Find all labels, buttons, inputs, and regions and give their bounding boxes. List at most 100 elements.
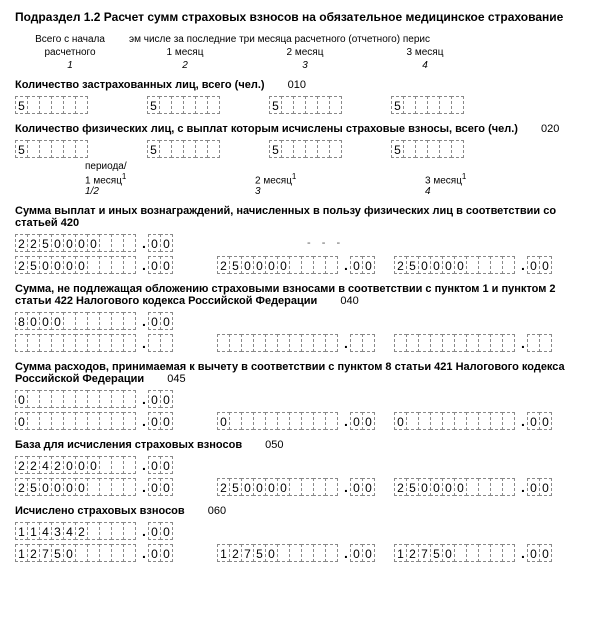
- row050-m1-int[interactable]: 250000: [217, 478, 337, 496]
- cell[interactable]: [75, 96, 88, 114]
- cell[interactable]: [160, 334, 173, 352]
- row030-r1-dec[interactable]: 00: [148, 234, 172, 252]
- row045-r2-int[interactable]: 0: [15, 412, 135, 430]
- row050-m1-dec[interactable]: 00: [350, 478, 374, 496]
- row040-m1-int[interactable]: [217, 334, 337, 352]
- row045-m2-int[interactable]: 0: [394, 412, 514, 430]
- cell[interactable]: [123, 456, 136, 474]
- cell[interactable]: 0: [160, 256, 173, 274]
- cell[interactable]: 0: [160, 390, 173, 408]
- row030-m2-int[interactable]: 250000: [394, 256, 514, 274]
- cell[interactable]: [207, 140, 220, 158]
- cell[interactable]: [123, 412, 136, 430]
- cell[interactable]: 0: [160, 312, 173, 330]
- cell[interactable]: [451, 96, 464, 114]
- cell[interactable]: 0: [362, 256, 375, 274]
- row050-text: База для исчисления страховых взносов: [15, 439, 242, 451]
- row030-m1-int[interactable]: 250000: [217, 256, 337, 274]
- cell[interactable]: [325, 412, 338, 430]
- row060-m2-int[interactable]: 12750: [394, 544, 514, 562]
- row050-r1-int[interactable]: 2242000: [15, 456, 135, 474]
- row040-m1-dec[interactable]: [350, 334, 374, 352]
- cell[interactable]: [539, 334, 552, 352]
- row010-v4[interactable]: 5: [391, 96, 463, 114]
- cell[interactable]: [502, 412, 515, 430]
- row050-r2-int[interactable]: 250000: [15, 478, 135, 496]
- row060-r1-int[interactable]: 114342: [15, 522, 135, 540]
- cell[interactable]: 0: [539, 544, 552, 562]
- row030-m1-dec[interactable]: 00: [350, 256, 374, 274]
- cell[interactable]: [325, 334, 338, 352]
- cell[interactable]: [329, 96, 342, 114]
- row060-r2-int[interactable]: 12750: [15, 544, 135, 562]
- cell[interactable]: [207, 96, 220, 114]
- cell[interactable]: [325, 478, 338, 496]
- cell[interactable]: 0: [362, 544, 375, 562]
- row030-m2-dec[interactable]: 00: [527, 256, 551, 274]
- cell[interactable]: [123, 312, 136, 330]
- cell[interactable]: [325, 544, 338, 562]
- row050-m2-int[interactable]: 250000: [394, 478, 514, 496]
- cell[interactable]: [123, 478, 136, 496]
- row045-m2-dec[interactable]: 00: [527, 412, 551, 430]
- row010-v1[interactable]: 5: [15, 96, 87, 114]
- row060-m2-dec[interactable]: 00: [527, 544, 551, 562]
- cell[interactable]: [123, 544, 136, 562]
- cell[interactable]: [123, 390, 136, 408]
- cell[interactable]: [123, 234, 136, 252]
- row020-v4[interactable]: 5: [391, 140, 463, 158]
- row050-m2-dec[interactable]: 00: [527, 478, 551, 496]
- cell[interactable]: [362, 334, 375, 352]
- row030-r2-int[interactable]: 250000: [15, 256, 135, 274]
- row040-r1-dec[interactable]: 00: [148, 312, 172, 330]
- cell[interactable]: 0: [539, 256, 552, 274]
- cell[interactable]: [329, 140, 342, 158]
- row045-r2-dec[interactable]: 00: [148, 412, 172, 430]
- row050-r1-dec[interactable]: 00: [148, 456, 172, 474]
- cell[interactable]: [75, 140, 88, 158]
- row040-m2-int[interactable]: [394, 334, 514, 352]
- cell[interactable]: [123, 256, 136, 274]
- cell[interactable]: [502, 544, 515, 562]
- row040-r1-int[interactable]: 8000: [15, 312, 135, 330]
- cell[interactable]: [451, 140, 464, 158]
- row030-r1-int[interactable]: 2250000: [15, 234, 135, 252]
- section-title: Подраздел 1.2 Расчет сумм страховых взно…: [15, 10, 580, 24]
- cell[interactable]: [502, 256, 515, 274]
- cell[interactable]: [123, 334, 136, 352]
- row060-r1-dec[interactable]: 00: [148, 522, 172, 540]
- row050-r2-dec[interactable]: 00: [148, 478, 172, 496]
- row040-r2-int[interactable]: [15, 334, 135, 352]
- cell[interactable]: [502, 334, 515, 352]
- row045-m1-int[interactable]: 0: [217, 412, 337, 430]
- cell[interactable]: 0: [160, 544, 173, 562]
- cell[interactable]: 0: [160, 478, 173, 496]
- cell[interactable]: [325, 256, 338, 274]
- cell[interactable]: 0: [160, 456, 173, 474]
- row020-v1[interactable]: 5: [15, 140, 87, 158]
- row020-v3[interactable]: 5: [269, 140, 341, 158]
- row045-r1-dec[interactable]: 00: [148, 390, 172, 408]
- cell[interactable]: [123, 522, 136, 540]
- row040-m2-dec[interactable]: [527, 334, 551, 352]
- cell[interactable]: 0: [539, 412, 552, 430]
- cell[interactable]: 0: [160, 234, 173, 252]
- cell[interactable]: [502, 478, 515, 496]
- row060-r2-dec[interactable]: 00: [148, 544, 172, 562]
- row040-r2-dec[interactable]: [148, 334, 172, 352]
- row010-v3[interactable]: 5: [269, 96, 341, 114]
- cell[interactable]: 0: [160, 412, 173, 430]
- cell[interactable]: 0: [362, 478, 375, 496]
- row060-m1-dec[interactable]: 00: [350, 544, 374, 562]
- cell[interactable]: 0: [160, 522, 173, 540]
- row045-r1-int[interactable]: 0: [15, 390, 135, 408]
- row010-v2[interactable]: 5: [147, 96, 219, 114]
- row060-m1-int[interactable]: 12750: [217, 544, 337, 562]
- row030-r2-dec[interactable]: 00: [148, 256, 172, 274]
- period2-lbl: периода/: [85, 161, 580, 172]
- row020-v2[interactable]: 5: [147, 140, 219, 158]
- cell[interactable]: 0: [539, 478, 552, 496]
- row010-cells: 5 5 5 5: [15, 95, 580, 115]
- row045-m1-dec[interactable]: 00: [350, 412, 374, 430]
- cell[interactable]: 0: [362, 412, 375, 430]
